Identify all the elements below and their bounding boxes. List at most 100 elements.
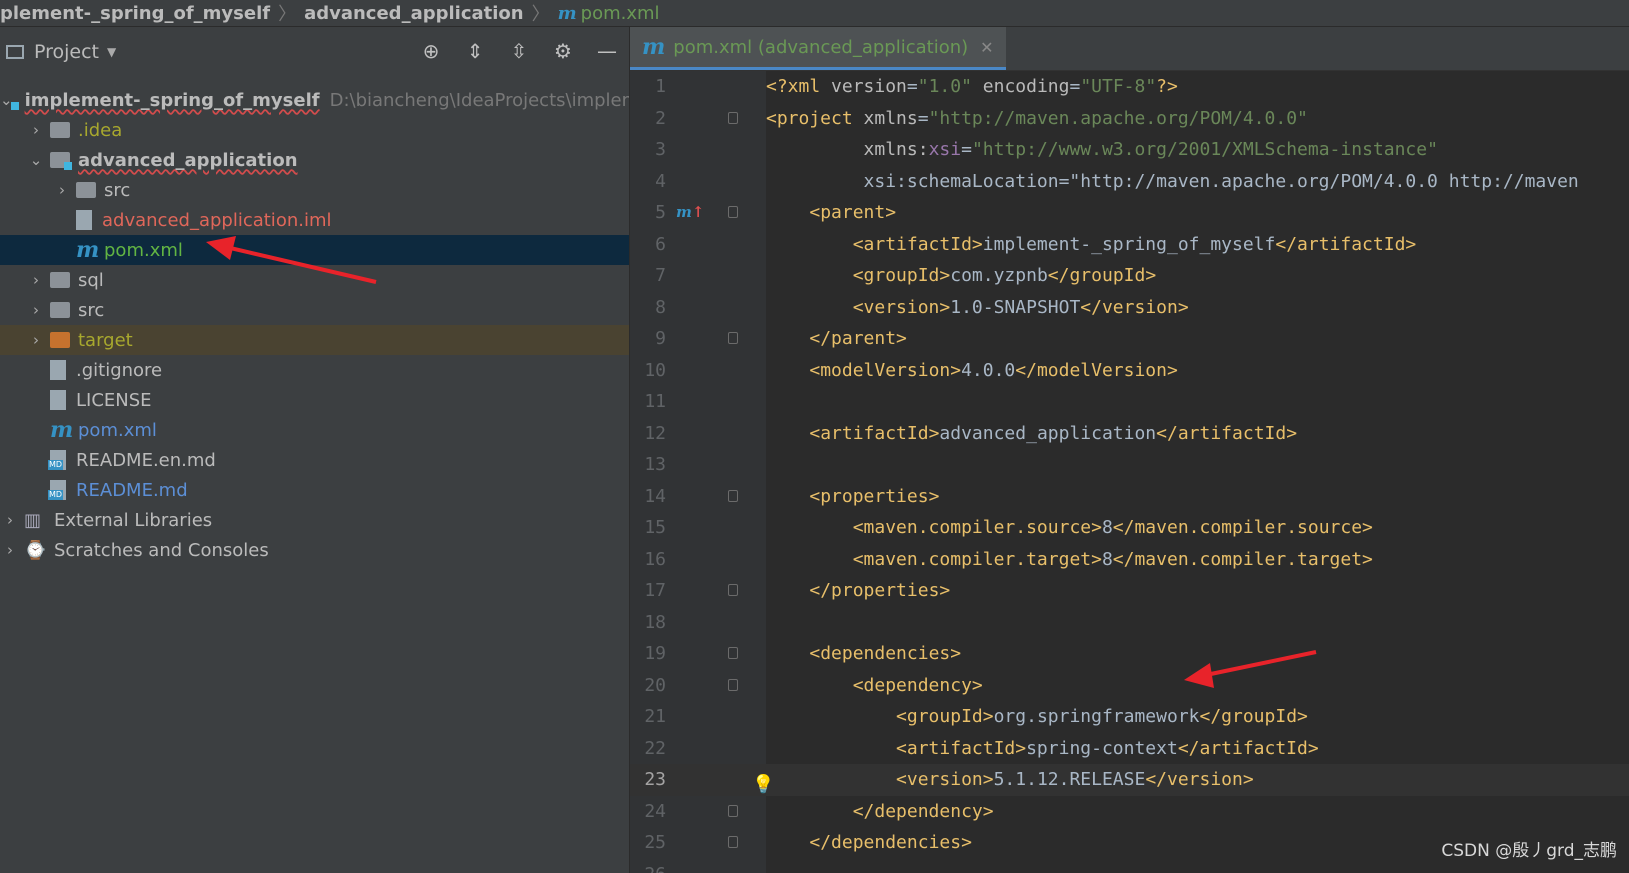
code-line[interactable]: 9 </parent> xyxy=(630,323,1629,355)
code-text: </parent> xyxy=(809,328,907,349)
line-number: 19 xyxy=(644,643,666,664)
code-text: </dependencies> xyxy=(809,832,972,853)
tree-item[interactable]: m pom.xml xyxy=(0,235,629,265)
code-line[interactable]: 16 <maven.compiler.target>8</maven.compi… xyxy=(630,544,1629,576)
gutter-cell xyxy=(666,827,766,859)
code-line[interactable]: 12 <artifactId>advanced_application</art… xyxy=(630,418,1629,450)
chevron-right-icon[interactable]: › xyxy=(26,271,46,289)
editor-tab-pom[interactable]: m pom.xml (advanced_application) ✕ xyxy=(630,27,1006,70)
code-line[interactable]: 17 </properties> xyxy=(630,575,1629,607)
tree-item[interactable]: ⌄ implement-_spring_of_myself D:\biancheng… xyxy=(0,85,629,115)
code-line[interactable]: 1 <?xml version="1.0" encoding="UTF-8"?> xyxy=(630,71,1629,103)
code-line[interactable]: 4 xsi:schemaLocation="http://maven.apach… xyxy=(630,166,1629,198)
code-line[interactable]: 7 <groupId>com.yzpnb</groupId> xyxy=(630,260,1629,292)
chevron-right-icon[interactable]: › xyxy=(26,121,46,139)
chevron-right-icon[interactable]: › xyxy=(0,541,20,559)
close-icon[interactable]: ✕ xyxy=(980,38,993,57)
locate-file-icon[interactable]: ⊕ xyxy=(419,39,443,63)
gear-icon[interactable]: ⚙ xyxy=(551,39,575,63)
tree-item[interactable]: › sql xyxy=(0,265,629,295)
project-tree: ⌄ implement-_spring_of_myself D:\biancheng… xyxy=(0,85,629,565)
gutter-cell xyxy=(666,386,766,418)
project-panel-title[interactable]: Project xyxy=(34,41,99,63)
code-line[interactable]: 19 <dependencies> xyxy=(630,638,1629,670)
tree-item[interactable]: › ▥ External Libraries xyxy=(0,505,629,535)
code-line[interactable]: 21 <groupId>org.springframework</groupId… xyxy=(630,701,1629,733)
editor-tab-bar: m pom.xml (advanced_application) ✕ xyxy=(630,27,1629,71)
maven-parent-icon[interactable]: m↑ xyxy=(676,197,704,229)
gutter-cell xyxy=(666,229,766,261)
code-text: xmlns:xsi="http://www.w3.org/2001/XMLSch… xyxy=(863,139,1438,160)
breadcrumb-item[interactable]: advanced_application xyxy=(304,3,524,24)
fold-marker-icon[interactable] xyxy=(728,332,738,344)
tree-item[interactable]: m pom.xml xyxy=(0,415,629,445)
code-line[interactable]: 11 xyxy=(630,386,1629,418)
tree-item[interactable]: .gitignore xyxy=(0,355,629,385)
fold-marker-icon[interactable] xyxy=(728,836,738,848)
gutter-cell xyxy=(666,103,766,135)
code-text: <groupId>org.springframework</groupId> xyxy=(896,706,1308,727)
code-line[interactable]: 22 <artifactId>spring-context</artifactI… xyxy=(630,733,1629,765)
code-line[interactable]: 14 <properties> xyxy=(630,481,1629,513)
code-line[interactable]: 2 <project xmlns="http://maven.apache.org… xyxy=(630,103,1629,135)
expand-all-icon[interactable]: ⇕ xyxy=(463,39,487,63)
code-line[interactable]: 24 </dependency> xyxy=(630,796,1629,828)
tree-item[interactable]: › ⌚ Scratches and Consoles xyxy=(0,535,629,565)
code-line[interactable]: 23 💡 <version>5.1.12.RELEASE</version> xyxy=(630,764,1629,796)
tree-item[interactable]: › src xyxy=(0,295,629,325)
chevron-right-icon[interactable]: › xyxy=(26,301,46,319)
tree-item[interactable]: › src xyxy=(0,175,629,205)
chevron-right-icon[interactable]: › xyxy=(0,511,20,529)
tree-item-label: pom.xml xyxy=(78,419,157,441)
markdown-file-icon xyxy=(48,480,66,500)
tree-item-label: .gitignore xyxy=(76,359,163,381)
chevron-right-icon[interactable]: › xyxy=(26,331,46,349)
chevron-down-icon[interactable]: ⌄ xyxy=(26,151,46,169)
tree-item-path: D:\biancheng\IdeaProjects\implem xyxy=(329,89,629,111)
tree-item[interactable]: ⌄ advanced_application xyxy=(0,145,629,175)
chevron-down-icon[interactable]: ▼ xyxy=(107,45,116,59)
excluded-folder-icon xyxy=(50,332,70,348)
breadcrumb-leaf[interactable]: pom.xml xyxy=(581,3,660,24)
editor-tab-label: pom.xml (advanced_application) xyxy=(673,36,969,58)
code-line[interactable]: 18 xyxy=(630,607,1629,639)
code-line[interactable]: 20 <dependency> xyxy=(630,670,1629,702)
collapse-all-icon[interactable]: ⇳ xyxy=(507,39,531,63)
code-line[interactable]: 6 <artifactId>implement-_spring_of_mysel… xyxy=(630,229,1629,261)
file-icon xyxy=(50,390,66,410)
code-area[interactable]: 1 <?xml version="1.0" encoding="UTF-8"?> 2… xyxy=(630,71,1629,873)
fold-marker-icon[interactable] xyxy=(728,489,738,502)
module-folder-icon xyxy=(50,152,72,170)
code-line[interactable]: 3 xmlns:xsi="http://www.w3.org/2001/XMLS… xyxy=(630,134,1629,166)
fold-marker-icon[interactable] xyxy=(728,584,738,596)
gutter-cell xyxy=(666,638,766,670)
code-line[interactable]: 15 <maven.compiler.source>8</maven.compi… xyxy=(630,512,1629,544)
gutter-cell xyxy=(666,134,766,166)
tree-item[interactable]: README.en.md xyxy=(0,445,629,475)
chevron-right-icon[interactable]: › xyxy=(52,181,72,199)
fold-marker-icon[interactable] xyxy=(728,206,738,218)
fold-marker-icon[interactable] xyxy=(728,804,738,817)
tree-item[interactable]: › target xyxy=(0,325,629,355)
code-text: <maven.compiler.source>8</maven.compiler… xyxy=(852,517,1373,538)
breadcrumb-item[interactable]: plement-_spring_of_myself xyxy=(0,3,270,24)
code-text: <project xmlns="http://maven.apache.org/… xyxy=(766,107,1308,129)
tree-item[interactable]: › .idea xyxy=(0,115,629,145)
tree-item[interactable]: README.md xyxy=(0,475,629,505)
code-line[interactable]: 5 m↑ <parent> xyxy=(630,197,1629,229)
tree-item[interactable]: LICENSE xyxy=(0,385,629,415)
maven-icon: m xyxy=(557,2,577,24)
fold-marker-icon[interactable] xyxy=(728,111,738,124)
code-line[interactable]: 8 <version>1.0-SNAPSHOT</version> xyxy=(630,292,1629,324)
file-icon xyxy=(50,360,66,380)
line-number: 10 xyxy=(644,359,666,381)
code-line[interactable]: 10 <modelVersion>4.0.0</modelVersion> xyxy=(630,355,1629,387)
gutter-cell xyxy=(666,260,766,292)
tree-item[interactable]: advanced_application.iml xyxy=(0,205,629,235)
code-text: </properties> xyxy=(809,580,951,601)
code-line[interactable]: 13 xyxy=(630,449,1629,481)
hide-panel-icon[interactable]: — xyxy=(595,39,619,63)
fold-marker-icon[interactable] xyxy=(728,647,738,659)
folder-icon xyxy=(50,122,70,138)
fold-marker-icon[interactable] xyxy=(728,678,738,691)
